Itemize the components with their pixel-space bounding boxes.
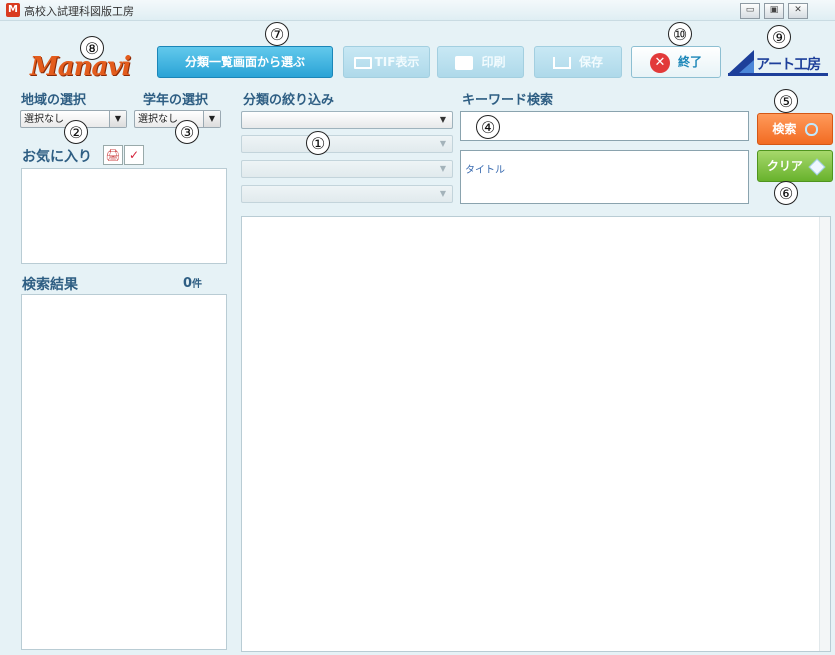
- search-button[interactable]: 検索: [757, 113, 833, 145]
- brand-underline: [728, 73, 828, 76]
- clear-button-label: クリア: [766, 159, 803, 173]
- save-tray-icon: [552, 56, 571, 69]
- exit-label: 終了: [677, 55, 702, 69]
- category-combo-3[interactable]: ▼: [241, 160, 453, 178]
- tif-view-label: TIF表示: [374, 55, 420, 69]
- favorites-label: お気に入り: [22, 149, 92, 165]
- clear-button[interactable]: クリア: [757, 150, 833, 182]
- callout-2: ②: [64, 120, 88, 144]
- printer-icon: [455, 55, 474, 70]
- search-results-label: 検索結果: [22, 277, 78, 293]
- callout-10: ⑩: [668, 22, 692, 46]
- category-combo-2[interactable]: ▼: [241, 135, 453, 153]
- callout-9: ⑨: [767, 25, 791, 49]
- result-count-number: 0: [183, 276, 193, 291]
- eraser-icon: [808, 158, 826, 175]
- chevron-down-icon: ▼: [439, 164, 447, 173]
- app-icon: M: [6, 3, 20, 17]
- keyword-input[interactable]: [460, 111, 749, 141]
- save-label: 保存: [578, 55, 603, 69]
- result-count-unit: 件: [192, 279, 203, 290]
- window-title: 高校入試理科図版工房: [24, 5, 134, 18]
- search-icon: [804, 123, 818, 136]
- print-button[interactable]: 印刷: [437, 46, 524, 78]
- region-label: 地域の選択: [21, 93, 87, 108]
- restore-button[interactable]: ▣: [764, 3, 784, 19]
- preview-scrollbar[interactable]: [819, 217, 830, 651]
- region-select-value: 選択なし: [24, 114, 64, 125]
- tif-view-button[interactable]: TIF表示: [343, 46, 430, 78]
- select-from-category-list-button[interactable]: 分類一覧画面から選ぶ: [157, 46, 333, 78]
- callout-5: ⑤: [774, 89, 798, 113]
- monitor-icon: [353, 56, 372, 69]
- chevron-down-icon: ▼: [109, 111, 126, 127]
- search-results-list[interactable]: [21, 294, 227, 650]
- chevron-down-icon: ▼: [203, 111, 220, 127]
- print-favorites-icon[interactable]: 🖨: [103, 145, 123, 165]
- title-bar: M 高校入試理科図版工房 ▭ ▣ ✕: [0, 0, 835, 21]
- close-window-button[interactable]: ✕: [788, 3, 808, 19]
- save-button[interactable]: 保存: [534, 46, 622, 78]
- category-combo-1[interactable]: ▼: [241, 111, 453, 129]
- close-circle-icon: ✕: [649, 52, 670, 73]
- category-filter-label: 分類の絞り込み: [243, 93, 335, 108]
- chevron-down-icon: ▼: [439, 189, 447, 198]
- triangle-logo-icon: [728, 50, 754, 74]
- callout-4: ④: [476, 115, 500, 139]
- title-field[interactable]: タイトル: [460, 150, 749, 204]
- title-field-placeholder: タイトル: [465, 165, 505, 176]
- exit-button[interactable]: ✕ 終了: [631, 46, 721, 78]
- preview-area: [241, 216, 831, 652]
- favorites-list[interactable]: [21, 168, 227, 264]
- grade-label: 学年の選択: [143, 93, 209, 108]
- callout-1: ①: [306, 131, 330, 155]
- art-kobo-brand-logo: アート工房: [728, 48, 828, 76]
- grade-select-value: 選択なし: [138, 114, 178, 125]
- chevron-down-icon: ▼: [439, 115, 447, 124]
- print-label: 印刷: [481, 55, 506, 69]
- check-favorite-icon[interactable]: ✓: [124, 145, 144, 165]
- callout-7: ⑦: [265, 22, 289, 46]
- result-count: 0件: [183, 275, 202, 291]
- keyword-search-label: キーワード検索: [462, 93, 554, 108]
- category-combo-4[interactable]: ▼: [241, 185, 453, 203]
- manavi-logo: Manavi: [30, 52, 131, 82]
- chevron-down-icon: ▼: [439, 139, 447, 148]
- callout-6: ⑥: [774, 181, 798, 205]
- callout-8: ⑧: [80, 36, 104, 60]
- search-button-label: 検索: [772, 122, 797, 136]
- brand-text: アート工房: [756, 57, 821, 73]
- minimize-button[interactable]: ▭: [740, 3, 760, 19]
- callout-3: ③: [175, 120, 199, 144]
